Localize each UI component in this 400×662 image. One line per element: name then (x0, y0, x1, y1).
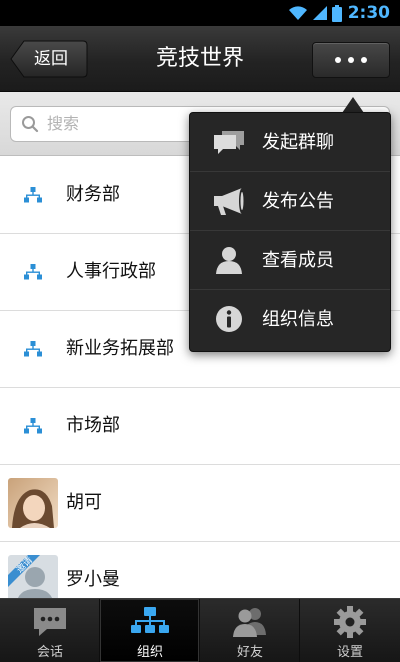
menu-item-announcement[interactable]: 发布公告 (190, 172, 390, 231)
page-title: 竞技世界 (155, 46, 244, 71)
org-icon (131, 607, 169, 633)
tab-label: 好友 (236, 645, 263, 660)
more-dot (335, 57, 341, 63)
friends-icon (233, 608, 266, 637)
department-icon (24, 341, 42, 357)
list-item-person[interactable]: 胡可 (0, 465, 400, 542)
tab-organization[interactable]: 组织 (100, 599, 200, 662)
tab-friends[interactable]: 好友 (200, 599, 300, 662)
menu-item-org-info[interactable]: 组织信息 (190, 290, 390, 349)
list-item-label: 人事行政部 (66, 261, 156, 282)
more-dot (361, 57, 367, 63)
status-time: 2:30 (347, 3, 390, 23)
back-button[interactable]: 返回 (10, 40, 88, 78)
avatar (8, 478, 58, 528)
signal-icon (312, 6, 327, 20)
back-button-label: 返回 (34, 49, 68, 69)
tab-label: 设置 (336, 645, 363, 660)
battery-icon (331, 4, 342, 22)
member-icon (216, 247, 242, 274)
menu-caret (342, 97, 364, 113)
header-bar: 返回 竞技世界 (0, 26, 400, 92)
menu-item-label: 发起群聊 (262, 132, 334, 153)
wifi-icon (288, 6, 307, 20)
menu-item-group-chat[interactable]: 发起群聊 (190, 113, 390, 172)
tab-bar: 会话 组织 好友 设置 (0, 598, 400, 662)
tab-settings[interactable]: 设置 (300, 599, 400, 662)
tab-label: 会话 (36, 645, 63, 660)
more-dot (348, 57, 354, 63)
gear-icon (334, 606, 366, 638)
tab-label: 组织 (136, 645, 163, 660)
list-item-department[interactable]: 市场部 (0, 388, 400, 465)
group-chat-icon (214, 131, 244, 154)
more-menu: 发起群聊 发布公告 查看成员 组织信息 (189, 112, 391, 352)
menu-item-view-members[interactable]: 查看成员 (190, 231, 390, 290)
list-item-label: 新业务拓展部 (66, 338, 174, 359)
department-icon (24, 187, 42, 203)
list-item-label: 财务部 (66, 184, 120, 205)
search-icon (22, 116, 39, 133)
menu-item-label: 查看成员 (262, 250, 334, 271)
search-placeholder: 搜索 (47, 114, 80, 133)
tab-chats[interactable]: 会话 (0, 599, 100, 662)
more-button[interactable] (312, 42, 390, 78)
menu-item-label: 组织信息 (262, 309, 334, 330)
megaphone-icon (214, 188, 245, 215)
status-bar: 2:30 (0, 0, 400, 26)
department-icon (24, 418, 42, 434)
info-icon (216, 306, 242, 332)
menu-item-label: 发布公告 (262, 191, 334, 212)
status-icons: 2:30 (288, 3, 390, 23)
list-item-label: 胡可 (66, 492, 102, 513)
chat-icon (34, 608, 66, 636)
department-icon (24, 264, 42, 280)
list-item-label: 市场部 (66, 415, 120, 436)
